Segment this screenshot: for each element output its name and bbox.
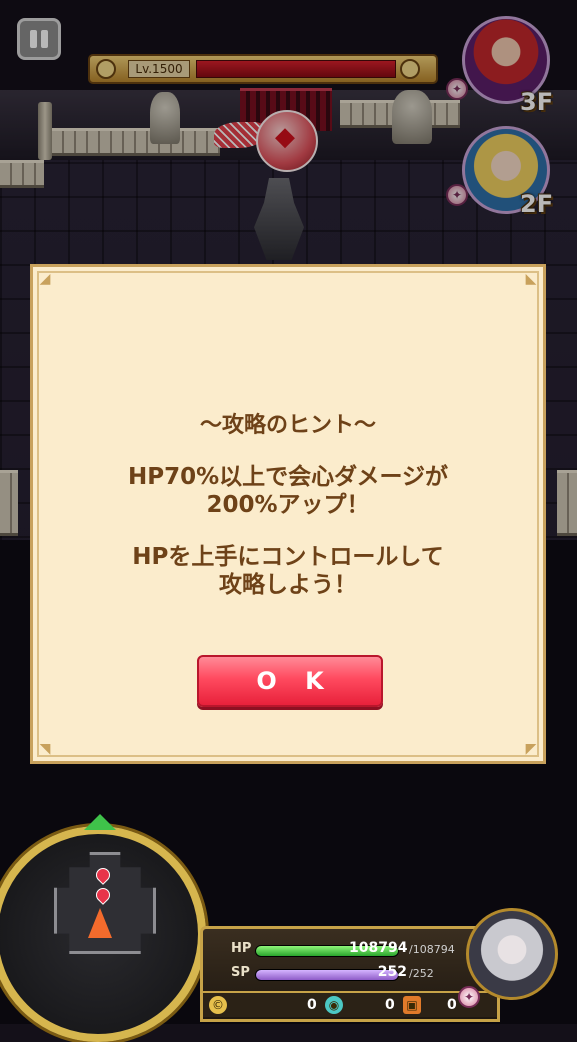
map-up-arrow-icon[interactable] — [84, 814, 116, 830]
sp-current: 252 — [377, 964, 407, 980]
hint-line-4: 攻略しよう！ — [219, 572, 357, 598]
chest-count: 0 — [447, 997, 457, 1013]
map-player-icon — [88, 908, 112, 938]
hp-current: 108794 — [349, 940, 408, 956]
sp-max: /252 — [409, 967, 434, 980]
hint-dialog: ◢ ◣ ◥ ◤ 〜攻略のヒント〜 HP70%以上で会心ダメージが 200%アップ… — [30, 264, 546, 764]
inventory-row: © 0 ◉ 0 ▣ 0 — [203, 991, 497, 1017]
corner-ornament-icon: ◥ — [39, 741, 51, 757]
ok-button[interactable]: O K — [197, 655, 383, 707]
hp-label: HP — [231, 941, 252, 956]
coin-count: 0 — [307, 997, 317, 1013]
soul-icon: ◉ — [325, 996, 343, 1014]
coin-icon: © — [209, 996, 227, 1014]
leader-portrait[interactable] — [466, 908, 558, 1000]
corner-ornament-icon: ◤ — [525, 741, 537, 757]
chest-icon: ▣ — [403, 996, 421, 1014]
hint-line-2: 200%アップ！ — [206, 492, 370, 518]
sp-label: SP — [231, 965, 250, 980]
corner-ornament-icon: ◣ — [525, 271, 537, 287]
skill-badge-icon: ✦ — [458, 986, 480, 1008]
soul-count: 0 — [385, 997, 395, 1013]
corner-ornament-icon: ◢ — [39, 271, 51, 287]
hint-title: 〜攻略のヒント〜 — [199, 413, 376, 438]
hp-max: /108794 — [409, 943, 455, 956]
status-panel: HP 108794 /108794 SP 252 /252 © 0 ◉ 0 ▣ … — [200, 926, 500, 1022]
